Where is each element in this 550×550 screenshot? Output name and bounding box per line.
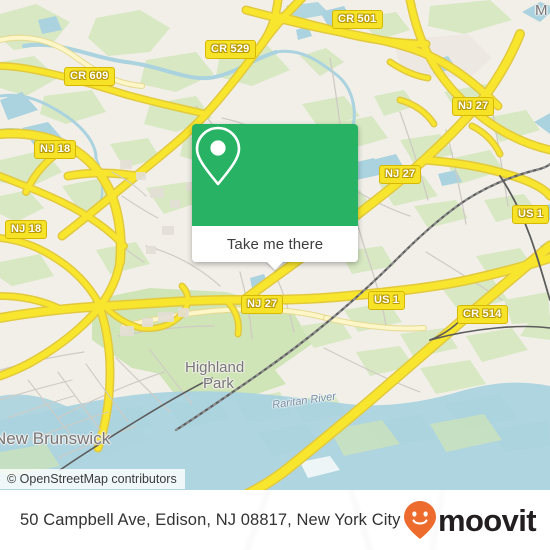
place-label-m: M	[535, 2, 548, 19]
road-shield-nj-27: NJ 27	[379, 165, 422, 184]
road-shield-cr-529: CR 529	[205, 40, 256, 59]
place-label-park: Park	[203, 375, 234, 392]
osm-attribution[interactable]: © OpenStreetMap contributors	[0, 469, 185, 489]
address-label: 50 Campbell Ave, Edison, NJ 08817, New Y…	[20, 510, 401, 529]
map-pin-icon	[195, 126, 241, 186]
location-popup-card[interactable]: Take me there	[192, 124, 358, 270]
road-shield-cr-609: CR 609	[64, 67, 115, 86]
popup-tail	[266, 261, 284, 270]
map-canvas[interactable]: .wtr { fill:#aad3df; } .wtrln { fill:non…	[0, 0, 550, 490]
road-shield-us-1: US 1	[368, 291, 406, 310]
place-label-highland: Highland	[185, 359, 245, 376]
take-me-there-button[interactable]: Take me there	[192, 226, 358, 262]
road-shield-nj-27: NJ 27	[241, 295, 284, 314]
road-shield-cr-501: CR 501	[332, 10, 383, 29]
moovit-pin-icon	[403, 501, 436, 539]
place-label-new-brunswick: New Brunswick	[0, 429, 111, 448]
road-shield-nj-27: NJ 27	[452, 97, 495, 116]
map-screenshot: .wtr { fill:#aad3df; } .wtrln { fill:non…	[0, 0, 550, 550]
take-me-there-label: Take me there	[226, 235, 324, 253]
moovit-logo[interactable]: moovit	[403, 500, 537, 540]
road-shield-nj-18: NJ 18	[5, 220, 48, 239]
road-shield-nj-18: NJ 18	[34, 140, 77, 159]
road-shield-cr-514: CR 514	[457, 305, 508, 324]
moovit-wordmark: moovit	[437, 502, 537, 538]
popup-icon-area	[192, 124, 358, 226]
footer-bar: 50 Campbell Ave, Edison, NJ 08817, New Y…	[0, 490, 550, 550]
road-shield-us-1: US 1	[512, 205, 550, 224]
